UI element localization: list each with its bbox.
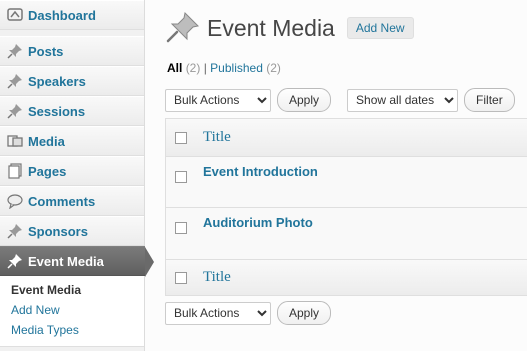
bulk-actions-select-bottom[interactable]: Bulk Actions [165, 301, 271, 325]
pin-icon [6, 252, 24, 270]
filter-published-count: (2) [266, 61, 281, 75]
menu-label-dashboard: Dashboard [28, 7, 96, 23]
dashboard-icon [6, 6, 24, 24]
menu-label-speakers: Speakers [28, 73, 86, 89]
filter-all-link[interactable]: All [167, 61, 182, 75]
comments-icon [6, 192, 24, 210]
row-title-link[interactable]: Event Introduction [203, 164, 318, 179]
select-all-checkbox[interactable] [175, 131, 187, 144]
table-header: Title [166, 119, 527, 157]
submenu-add-new[interactable]: Add New [0, 300, 144, 320]
pin-icon [6, 72, 24, 90]
row-checkbox[interactable] [175, 171, 187, 183]
pin-icon [6, 42, 24, 60]
menu-label-media: Media [28, 133, 65, 149]
column-title-footer[interactable]: Title [203, 269, 231, 286]
menu-label-event-media: Event Media [28, 253, 104, 269]
page-title: Event Media [207, 14, 335, 41]
menu-label-posts: Posts [28, 43, 64, 59]
table-row: Event Introduction [166, 157, 527, 208]
bottom-tablenav: Bulk Actions Apply [165, 301, 332, 325]
menu-item-event-media[interactable]: Event Media [0, 246, 154, 277]
menu-item-sponsors[interactable]: Sponsors [0, 216, 144, 246]
submenu-event-media[interactable]: Event Media [0, 280, 144, 300]
media-icon [6, 132, 24, 150]
admin-sidebar: Dashboard Posts Speakers Sessions Media … [0, 0, 154, 351]
row-title-link[interactable]: Auditorium Photo [203, 215, 313, 230]
menu-item-dashboard[interactable]: Dashboard [0, 0, 144, 30]
apply-button[interactable]: Apply [277, 88, 332, 112]
menu-item-posts[interactable]: Posts [0, 36, 144, 66]
table-footer: Title [166, 259, 527, 295]
pin-icon [6, 102, 24, 120]
page-header: Event Media Add New [165, 10, 414, 46]
row-checkbox[interactable] [175, 222, 187, 234]
column-title-header[interactable]: Title [203, 129, 231, 146]
menu-item-comments[interactable]: Comments [0, 186, 144, 216]
filter-all-count: (2) [185, 61, 201, 75]
menu-label-sponsors: Sponsors [28, 223, 88, 239]
filter-separator: | [203, 61, 207, 75]
posts-table: Title Event Introduction Auditorium Phot… [165, 118, 527, 296]
menu-item-speakers[interactable]: Speakers [0, 66, 144, 96]
add-new-button[interactable]: Add New [346, 17, 414, 39]
main-content: Event Media Add New All (2) | Published … [145, 0, 527, 351]
pages-icon [6, 162, 24, 180]
menu-item-pages[interactable]: Pages [0, 156, 144, 186]
filter-button[interactable]: Filter [464, 88, 515, 112]
pushpin-icon [166, 11, 200, 43]
menu-item-media[interactable]: Media [0, 126, 144, 156]
menu-label-pages: Pages [28, 163, 67, 179]
submenu-media-types[interactable]: Media Types [0, 320, 144, 340]
bulk-actions-select[interactable]: Bulk Actions [165, 88, 271, 112]
date-filter-select[interactable]: Show all dates [347, 88, 459, 112]
table-row: Auditorium Photo [166, 208, 527, 259]
status-filter-links: All (2) | Published (2) [167, 61, 281, 75]
filter-published-link[interactable]: Published [210, 61, 263, 75]
pin-icon [6, 222, 24, 240]
top-tablenav: Bulk Actions Apply Show all dates Filter [165, 88, 515, 112]
menu-item-sessions[interactable]: Sessions [0, 96, 144, 126]
menu-label-comments: Comments [28, 193, 96, 209]
event-media-submenu: Event Media Add New Media Types [0, 276, 144, 347]
select-all-checkbox-footer[interactable] [175, 271, 187, 284]
menu-label-sessions: Sessions [28, 103, 86, 119]
apply-button-bottom[interactable]: Apply [277, 301, 332, 325]
